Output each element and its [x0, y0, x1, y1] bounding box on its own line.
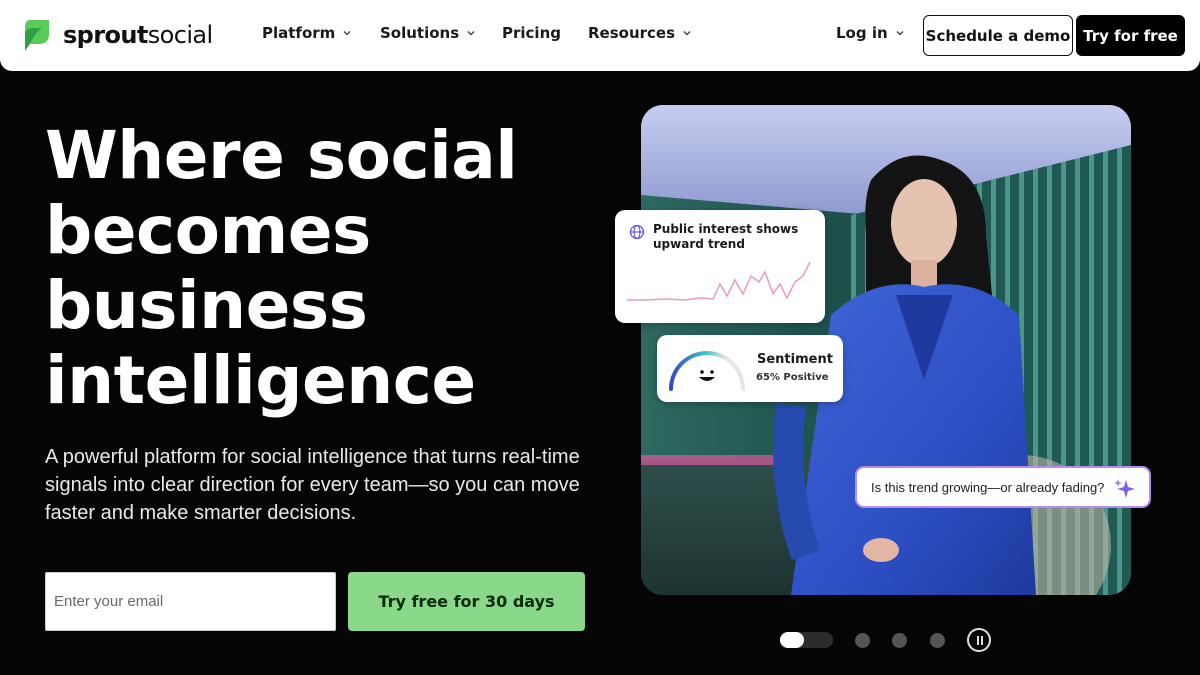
hero-subtext: A powerful platform for social intellige… [45, 446, 580, 524]
nav-item-pricing[interactable]: Pricing [502, 24, 561, 42]
carousel-dot-active[interactable] [780, 632, 833, 648]
ai-question-text: Is this trend growing—or already fading? [871, 479, 1105, 495]
nav-item-resources[interactable]: Resources [588, 24, 693, 42]
carousel-dot[interactable] [892, 633, 907, 648]
login-link[interactable]: Log in [836, 24, 906, 42]
logo-wordmark: sproutsocial [63, 21, 213, 49]
chevron-down-icon [683, 31, 691, 36]
nav-item-solutions[interactable]: Solutions [380, 24, 477, 42]
chevron-down-icon [467, 31, 475, 36]
sparkle-icon [1114, 479, 1135, 498]
email-input[interactable] [45, 572, 336, 631]
top-nav: sproutsocial Platform Solutions Pricing … [0, 0, 1200, 71]
nav-item-label: Platform [262, 24, 336, 42]
sentiment-gauge [669, 351, 745, 391]
nav-item-label: Resources [588, 24, 676, 42]
chevron-down-icon [343, 31, 351, 36]
carousel-dot[interactable] [930, 633, 945, 648]
sentiment-value: 65% Positive [756, 372, 829, 383]
carousel-dot[interactable] [855, 633, 870, 648]
trend-card-title: Public interest shows upward trend [653, 222, 799, 251]
schedule-demo-button[interactable]: Schedule a demo [923, 15, 1073, 56]
ai-question-card: Is this trend growing—or already fading? [855, 466, 1151, 508]
carousel-controls [780, 628, 995, 652]
try-for-free-button[interactable]: Try for free [1076, 15, 1185, 56]
nav-item-label: Solutions [380, 24, 460, 42]
sprout-social-logo[interactable]: sproutsocial [22, 18, 213, 52]
nav-item-label: Pricing [502, 24, 561, 42]
sentiment-card: Sentiment 65% Positive [657, 335, 843, 402]
globe-icon [629, 224, 645, 240]
try-free-30-days-button[interactable]: Try free for 30 days [348, 572, 585, 631]
hero-headline: Where social becomes business intelligen… [45, 117, 518, 419]
smile-icon [699, 370, 715, 381]
nav-item-platform[interactable]: Platform [262, 24, 353, 42]
logo-leaf-icon [25, 20, 49, 51]
trend-sparkline [627, 261, 811, 301]
sentiment-title: Sentiment [757, 352, 833, 367]
chevron-down-icon [896, 31, 904, 36]
pause-icon[interactable] [967, 628, 991, 652]
trend-card: Public interest shows upward trend [615, 210, 825, 323]
login-label: Log in [836, 24, 888, 42]
